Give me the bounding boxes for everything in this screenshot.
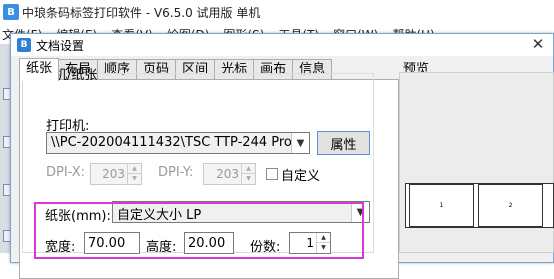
dialog-app-icon: B bbox=[17, 38, 31, 52]
dpi-x-label: DPI-X: bbox=[46, 165, 86, 180]
preview-label-cell: 1 bbox=[409, 184, 474, 227]
dpi-x-spinner: 203 ▲ ▼ bbox=[90, 163, 142, 185]
printer-select-value: \\PC-202004111432\TSC TTP-244 Pro bbox=[51, 135, 292, 150]
dpi-y-label: DPI-Y: bbox=[158, 165, 194, 180]
chevron-down-icon[interactable]: ▼ bbox=[291, 133, 309, 153]
spin-arrows-icon: ▲ ▼ bbox=[241, 164, 255, 184]
preview-label-cell: 2 bbox=[478, 184, 543, 227]
app-logo-icon: B bbox=[3, 4, 19, 20]
app-title: 中琅条码标签打印软件 - V6.5.0 试用版 单机 bbox=[22, 5, 261, 20]
highlight-annotation bbox=[34, 202, 364, 259]
close-icon[interactable]: ✕ bbox=[530, 36, 546, 52]
app-titlebar: B 中琅条码标签打印软件 - V6.5.0 试用版 单机 bbox=[0, 0, 554, 24]
dialog-title: 文档设置 bbox=[36, 38, 85, 53]
preview-label-strip: 1 2 bbox=[405, 183, 554, 228]
custom-checkbox-label[interactable]: 自定义 bbox=[281, 165, 320, 184]
printer-properties-button[interactable]: 属性 bbox=[317, 131, 370, 155]
printer-select[interactable]: \\PC-202004111432\TSC TTP-244 Pro ▼ bbox=[46, 132, 310, 154]
dialog-titlebar[interactable]: B 文档设置 bbox=[11, 34, 553, 56]
spin-arrows-icon: ▲ ▼ bbox=[127, 164, 141, 184]
dpi-y-value: 203 bbox=[216, 167, 239, 181]
dpi-y-spinner: 203 ▲ ▼ bbox=[203, 163, 256, 185]
custom-checkbox[interactable] bbox=[266, 168, 278, 180]
dpi-x-value: 203 bbox=[102, 167, 125, 181]
tab-paper[interactable]: 纸张 bbox=[19, 58, 60, 81]
